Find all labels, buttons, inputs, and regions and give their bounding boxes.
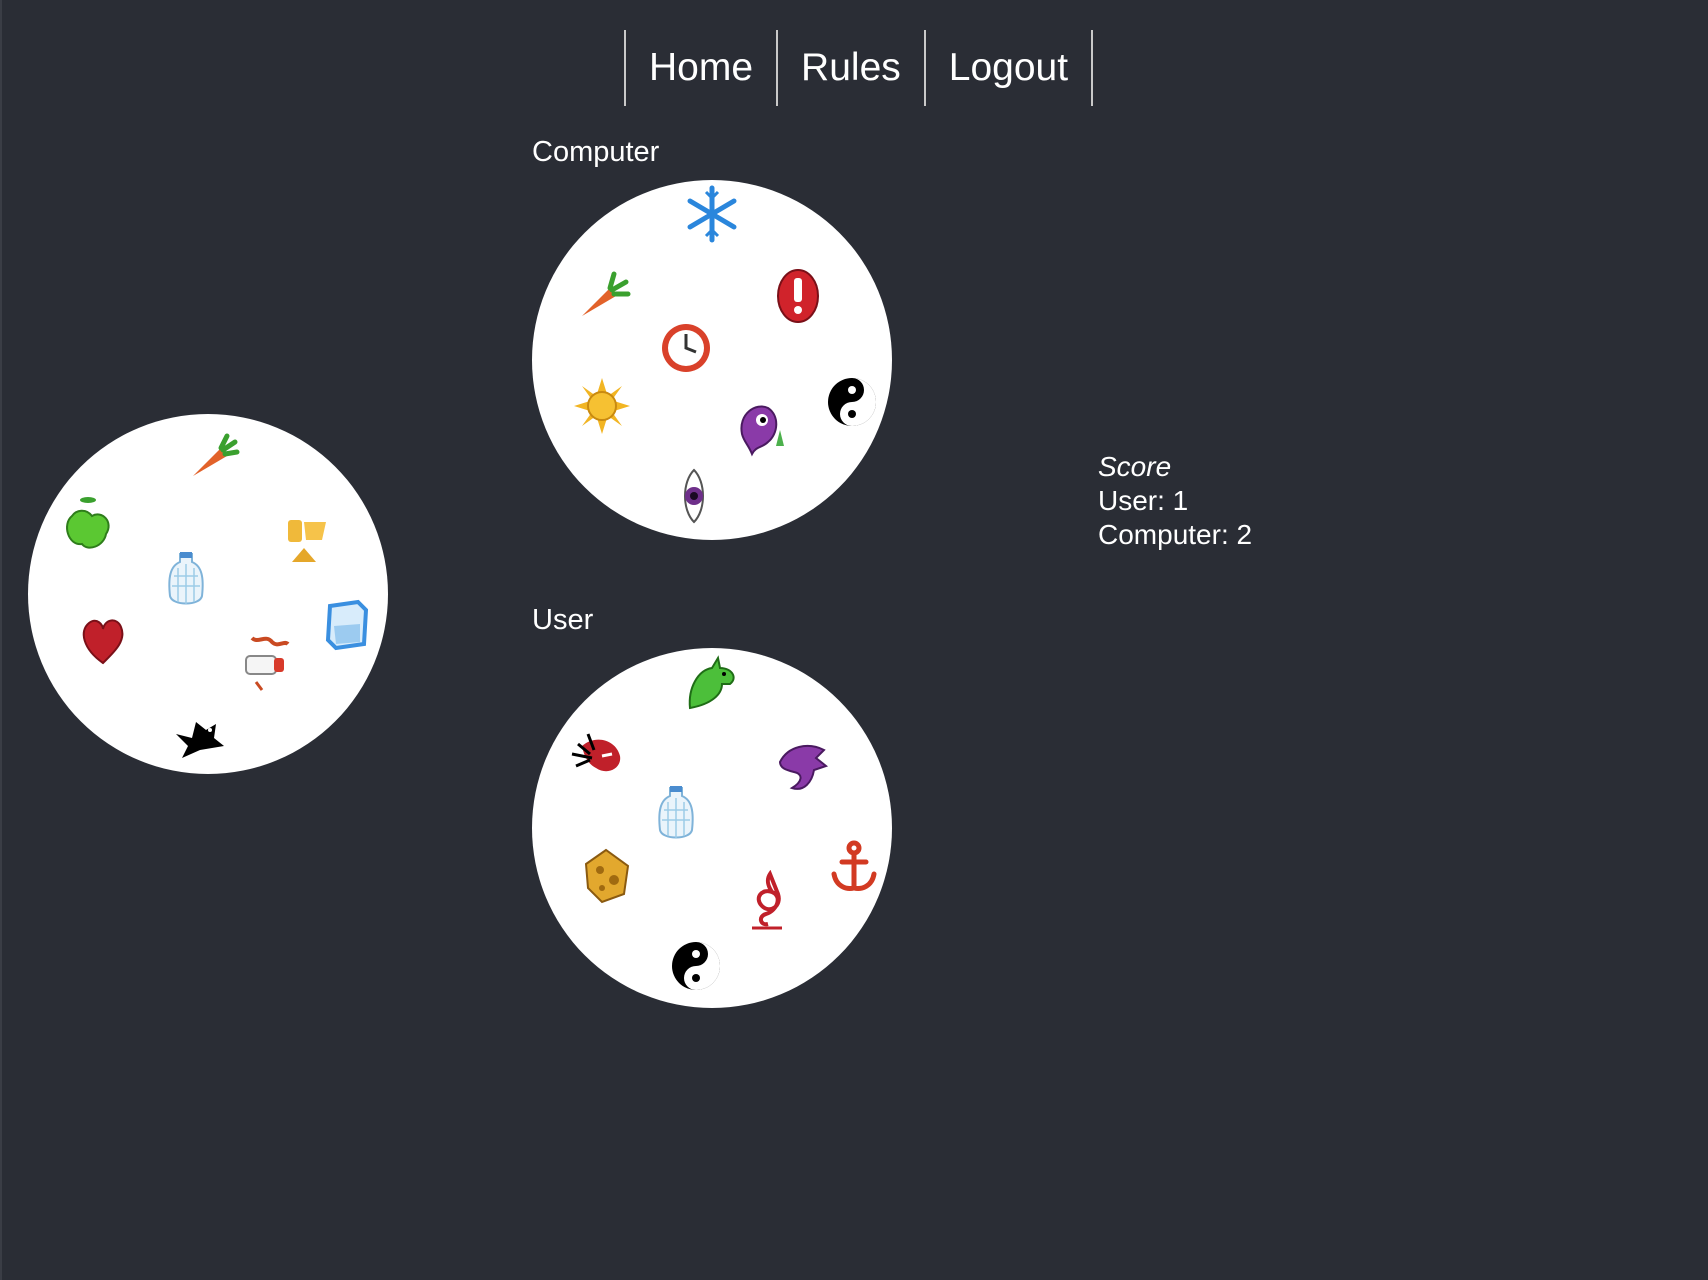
eye-icon[interactable] — [664, 466, 724, 526]
exclamation-icon[interactable] — [768, 266, 828, 326]
clock-icon[interactable] — [656, 318, 716, 378]
spider-leaf-icon[interactable] — [568, 724, 628, 784]
nav-logout-link[interactable]: Logout — [926, 30, 1094, 106]
ice-cube-icon[interactable] — [320, 596, 380, 656]
computer-card[interactable] — [532, 180, 892, 540]
water-bottle-icon[interactable] — [646, 784, 706, 844]
cheese-slices-icon[interactable] — [278, 514, 338, 574]
dinosaur-icon[interactable] — [682, 654, 742, 714]
nav-home-link[interactable]: Home — [626, 30, 779, 106]
anchor-icon[interactable] — [824, 836, 884, 896]
cheese-block-icon[interactable] — [576, 844, 636, 904]
treble-clef-icon[interactable] — [738, 870, 798, 930]
deck-card[interactable] — [28, 414, 388, 774]
ghost-icon[interactable] — [728, 398, 788, 458]
user-card[interactable] — [532, 648, 892, 1008]
top-nav: Home Rules Logout — [624, 30, 1094, 106]
carrot-icon[interactable] — [183, 426, 243, 486]
window-edge — [0, 0, 2, 1280]
computer-board-label: Computer — [532, 136, 660, 168]
user-score: User: 1 — [1098, 485, 1189, 516]
water-bottle-icon[interactable] — [156, 550, 216, 610]
nav-rules-link[interactable]: Rules — [778, 30, 926, 106]
computer-score: Computer: 2 — [1098, 519, 1253, 550]
score-title: Score — [1098, 451, 1172, 482]
carrot-icon[interactable] — [574, 264, 634, 324]
heart-icon[interactable] — [73, 609, 133, 669]
dragon-icon[interactable] — [772, 736, 832, 796]
green-blob-icon[interactable] — [58, 494, 118, 554]
yin-yang-icon[interactable] — [666, 934, 726, 994]
user-board-label: User — [532, 604, 594, 636]
score-panel: Score User: 1 Computer: 2 — [1098, 450, 1252, 552]
yin-yang-icon[interactable] — [822, 370, 882, 430]
baby-bottle-icon[interactable] — [238, 634, 298, 694]
snowflake-icon[interactable] — [682, 184, 742, 244]
sun-icon[interactable] — [572, 376, 632, 436]
bird-icon[interactable] — [170, 704, 230, 764]
